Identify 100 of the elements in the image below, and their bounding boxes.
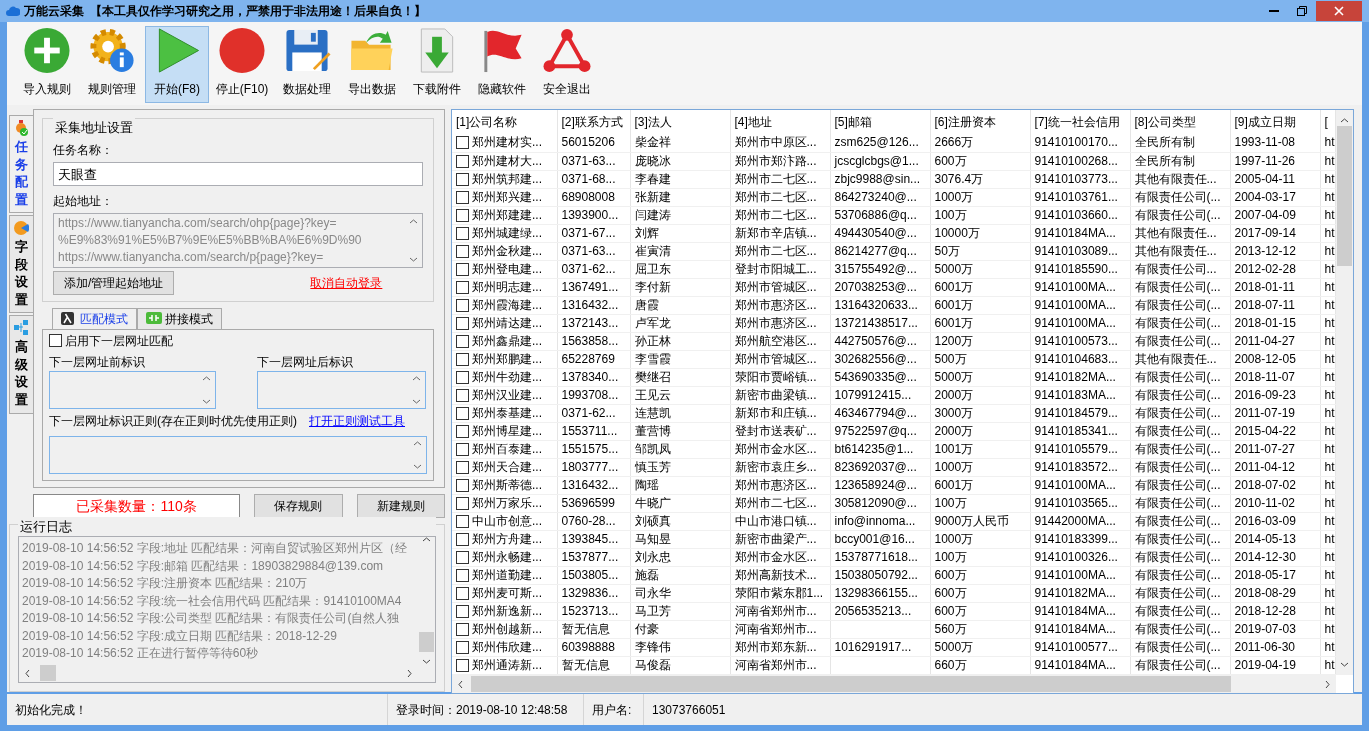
row-checkbox[interactable] [456, 136, 469, 150]
toolbar-button[interactable]: 导出数据 [340, 26, 404, 103]
scroll-up-icon[interactable] [409, 218, 418, 224]
table-cell: jcscglcbgs@1... [830, 152, 930, 170]
table-cell: 50万 [930, 242, 1030, 260]
row-checkbox[interactable] [456, 154, 469, 168]
column-header[interactable]: [3]法人 [630, 110, 730, 134]
scroll-up-icon[interactable] [422, 537, 431, 542]
row-checkbox[interactable] [456, 568, 469, 582]
column-header[interactable]: [4]地址 [730, 110, 830, 134]
side-tab[interactable]: 高级设置 [9, 315, 33, 414]
scroll-left-icon[interactable] [458, 679, 463, 689]
scroll-down-icon[interactable] [422, 659, 431, 664]
column-header[interactable]: [8]公司类型 [1130, 110, 1230, 134]
row-checkbox[interactable] [456, 424, 469, 438]
row-checkbox[interactable] [456, 514, 469, 528]
checkbox[interactable] [49, 334, 62, 347]
table-cell: 91410100573... [1030, 332, 1130, 350]
table-cell: 2018-11-07 [1230, 368, 1320, 386]
scroll-up-icon[interactable] [413, 440, 422, 446]
toolbar-button[interactable]: 开始(F8) [145, 26, 209, 103]
row-checkbox[interactable] [456, 442, 469, 456]
toolbar-button[interactable]: 隐藏软件 [470, 26, 534, 103]
row-checkbox[interactable] [456, 334, 469, 348]
side-tab[interactable]: 字段设置 [9, 215, 33, 314]
row-checkbox[interactable] [456, 226, 469, 240]
horizontal-scrollbar[interactable] [452, 675, 1336, 693]
text-field[interactable] [257, 370, 426, 409]
row-checkbox[interactable] [456, 316, 469, 330]
row-checkbox[interactable] [456, 280, 469, 294]
toolbar-button[interactable]: 安全退出 [535, 26, 599, 103]
side-tab[interactable]: 任务配置 [9, 115, 33, 214]
text-field[interactable] [49, 370, 216, 409]
scroll-right-icon[interactable] [1324, 679, 1330, 689]
table-cell: 有限责任公司(... [1130, 278, 1230, 296]
scrollbar-thumb[interactable] [419, 632, 434, 652]
row-checkbox[interactable] [456, 406, 469, 420]
scroll-up-icon[interactable] [202, 375, 211, 381]
table-cell: 2013-12-12 [1230, 242, 1320, 260]
scroll-down-icon[interactable] [413, 463, 422, 469]
scroll-down-icon[interactable] [409, 256, 418, 262]
row-checkbox[interactable] [456, 622, 469, 636]
toolbar-button[interactable]: 停止(F10) [210, 26, 274, 103]
scroll-down-icon[interactable] [202, 398, 211, 404]
column-header[interactable]: [9]成立日期 [1230, 110, 1320, 134]
row-checkbox[interactable] [456, 244, 469, 258]
column-header[interactable]: [2]联系方式 [557, 110, 630, 134]
scroll-down-icon[interactable] [1339, 662, 1349, 667]
row-checkbox[interactable] [456, 388, 469, 402]
toolbar-button[interactable]: 规则管理 [80, 26, 144, 103]
scrollbar-thumb[interactable] [1336, 126, 1352, 266]
row-checkbox[interactable] [456, 496, 469, 510]
table-cell: 登封市阳城工... [730, 260, 830, 278]
table-cell: 2011-04-12 [1230, 458, 1320, 476]
column-header[interactable]: [6]注册资本 [930, 110, 1030, 134]
row-checkbox[interactable] [456, 172, 469, 186]
row-checkbox[interactable] [456, 658, 469, 672]
row-checkbox[interactable] [456, 532, 469, 546]
table-cell: 207038253@... [830, 278, 930, 296]
row-checkbox[interactable] [456, 298, 469, 312]
scrollbar-thumb[interactable] [40, 665, 56, 681]
task-name-field[interactable]: 天眼查 [53, 161, 423, 186]
row-checkbox[interactable] [456, 370, 469, 384]
toolbar-button[interactable]: 下载附件 [405, 26, 469, 103]
column-header[interactable]: [7]统一社会信用 [1030, 110, 1130, 134]
table-cell: 有限责任公司(... [1130, 368, 1230, 386]
row-checkbox[interactable] [456, 352, 469, 366]
toolbar-button[interactable]: 数据处理 [275, 26, 339, 103]
new-rule-button[interactable]: 新建规则 [356, 493, 445, 518]
row-checkbox[interactable] [456, 604, 469, 618]
column-header[interactable]: [5]邮箱 [830, 110, 930, 134]
scroll-down-icon[interactable] [412, 398, 421, 404]
text-field[interactable] [49, 435, 427, 474]
add-url-button[interactable]: 添加/管理起始地址 [53, 270, 175, 295]
scrollbar-thumb[interactable] [471, 676, 1231, 692]
table-cell: 牛晓广 [630, 494, 730, 512]
table-cell: 有限责任公司(... [1130, 458, 1230, 476]
mode-tab[interactable]: 拼接模式 [137, 307, 222, 329]
table-cell: 司永华 [630, 584, 730, 602]
row-checkbox[interactable] [456, 208, 469, 222]
scroll-up-icon[interactable] [1339, 118, 1349, 123]
scroll-left-icon[interactable] [25, 668, 30, 678]
row-checkbox[interactable] [456, 262, 469, 276]
table-cell: 马卫芳 [630, 602, 730, 620]
scroll-up-icon[interactable] [412, 375, 421, 381]
cancel-auto-login-link[interactable]: 取消自动登录 [310, 273, 383, 292]
row-checkbox[interactable] [456, 460, 469, 474]
scroll-right-icon[interactable] [407, 668, 412, 678]
row-checkbox[interactable] [456, 640, 469, 654]
save-rule-button[interactable]: 保存规则 [254, 493, 343, 518]
toolbar-button[interactable]: 导入规则 [15, 26, 79, 103]
row-checkbox[interactable] [456, 190, 469, 204]
table-cell: 有限责任公司(... [1130, 656, 1230, 674]
mode-tab[interactable]: 匹配模式 [52, 307, 137, 329]
row-checkbox[interactable] [456, 550, 469, 564]
table-cell: bccy001@16... [830, 530, 930, 548]
regex-tool-link[interactable]: 打开正则测试工具 [309, 411, 405, 430]
table-cell: 有限责任公司(... [1130, 296, 1230, 314]
row-checkbox[interactable] [456, 478, 469, 492]
row-checkbox[interactable] [456, 586, 469, 600]
